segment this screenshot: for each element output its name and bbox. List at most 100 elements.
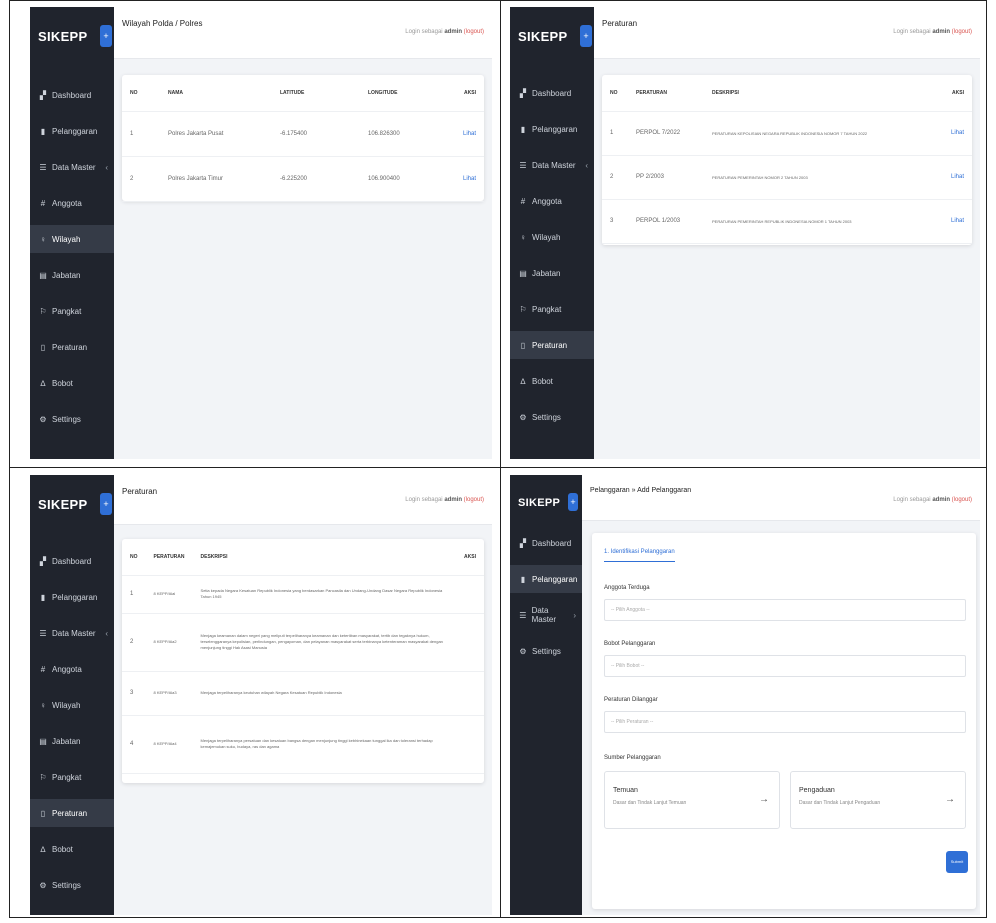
wilayah-table: NO NAMA LATITUDE LONGITUDE AKSI 1 Polres…	[122, 75, 484, 202]
sumber-label: Sumber Pelanggaran	[604, 755, 661, 761]
login-info: Login sebagai admin (logout)	[405, 497, 484, 503]
sidebar-item-bobot[interactable]: ∆ Bobot	[510, 367, 594, 395]
anggota-select[interactable]: -- Pilih Anggota --	[604, 599, 966, 621]
sidebar-item-anggota[interactable]: # Anggota	[30, 655, 114, 683]
arrow-right-icon: →	[759, 794, 769, 805]
sidebar-item-label: Jabatan	[52, 270, 81, 280]
temuan-option[interactable]: Temuan Dasar dan Tindak Lanjut Temuan →	[604, 771, 780, 829]
sidebar-item-pelanggaran[interactable]: ▮ Pelanggaran	[510, 115, 594, 143]
col-no: NO	[122, 539, 146, 576]
sidebar-item-settings[interactable]: ⚙ Settings	[30, 405, 114, 433]
sidebar-item-dashboard[interactable]: ▞ Dashboard	[510, 529, 582, 557]
logout-link[interactable]: (logout)	[464, 497, 484, 503]
lihat-link[interactable]: Lihat	[446, 156, 484, 202]
menu-toggle-button[interactable]: +	[100, 493, 112, 515]
grid-divider-vertical	[500, 1, 501, 917]
pangkat-icon: ⚐	[39, 306, 47, 316]
sidebar-item-wilayah[interactable]: ♀ Wilayah	[30, 225, 114, 253]
logout-link[interactable]: (logout)	[952, 29, 972, 35]
sidebar-item-data-master[interactable]: ☰ Data Master ‹	[510, 151, 594, 179]
pelanggaran-icon: ▮	[40, 126, 46, 136]
sidebar-item-anggota[interactable]: # Anggota	[30, 189, 114, 217]
page-title: Peraturan	[602, 19, 638, 28]
sidebar-item-jabatan[interactable]: ▤ Jabatan	[30, 261, 114, 289]
page-title: Wilayah Polda / Polres	[122, 19, 203, 28]
sidebar-item-label: Settings	[532, 646, 561, 656]
table-row: 1 8 KEPP/Alal Setia kepada Negara Kesatu…	[122, 575, 484, 614]
sidebar-item-label: Pangkat	[52, 772, 82, 782]
sidebar-item-dashboard[interactable]: ▞ Dashboard	[510, 79, 594, 107]
sidebar-item-wilayah[interactable]: ♀ Wilayah	[510, 223, 594, 251]
peraturan-detail-card: NO PERATURAN DESKRIPSI AKSI 1 8 KEPP/Ala…	[122, 539, 484, 783]
lihat-link[interactable]: Lihat	[938, 155, 972, 200]
pelanggaran-icon: ▮	[520, 574, 526, 584]
sidebar-item-label: Pelanggaran	[532, 574, 578, 584]
sidebar-item-settings[interactable]: ⚙ Settings	[510, 637, 582, 665]
tab-identifikasi-pelanggaran[interactable]: 1. Identifikasi Pelanggaran	[604, 549, 675, 562]
sidebar-item-label: Settings	[52, 880, 81, 890]
grid-divider-horizontal	[10, 467, 986, 468]
sidebar-item-data-master[interactable]: ☰ Data Master ‹	[30, 619, 114, 647]
sidebar-item-peraturan[interactable]: ▯ Peraturan	[30, 799, 114, 827]
col-peraturan: PERATURAN	[145, 539, 193, 576]
sidebar-item-pelanggaran[interactable]: ▮ Pelanggaran	[510, 565, 582, 593]
sidebar-item-peraturan[interactable]: ▯ Peraturan	[30, 333, 114, 361]
sidebar-item-label: Anggota	[532, 196, 562, 206]
peraturan-label: Peraturan Dilanggar	[604, 697, 658, 703]
sidebar-item-label: Peraturan	[52, 808, 88, 818]
pangkat-icon: ⚐	[39, 772, 47, 782]
logout-link[interactable]: (logout)	[464, 29, 484, 35]
sidebar-item-label: Peraturan	[52, 342, 88, 352]
sidebar-item-settings[interactable]: ⚙ Settings	[30, 871, 114, 899]
jabatan-icon: ▤	[519, 268, 527, 278]
sidebar-item-dashboard[interactable]: ▞ Dashboard	[30, 547, 114, 575]
sidebar-item-label: Wilayah	[52, 700, 81, 710]
chevron-icon: ‹	[105, 162, 108, 172]
table-row: 4 8 KEPP/Ala4 Menjaga terpeliharanya per…	[122, 715, 484, 774]
sidebar-item-jabatan[interactable]: ▤ Jabatan	[30, 727, 114, 755]
wilayah-screen: SIKEPP + ▞ Dashboard ▮ Pelanggaran ☰ Data Mas…	[30, 7, 492, 459]
sidebar-item-label: Dashboard	[52, 90, 92, 100]
bobot-icon: ∆	[40, 378, 46, 388]
sidebar-item-label: Pelanggaran	[52, 592, 98, 602]
sidebar-item-bobot[interactable]: ∆ Bobot	[30, 369, 114, 397]
sidebar-item-dashboard[interactable]: ▞ Dashboard	[30, 81, 114, 109]
jabatan-icon: ▤	[39, 270, 47, 280]
submit-button[interactable]: Submit	[946, 851, 968, 873]
sidebar-item-label: Bobot	[52, 844, 73, 854]
sidebar-item-wilayah[interactable]: ♀ Wilayah	[30, 691, 114, 719]
pengaduan-option[interactable]: Pengaduan Dasar dan Tindak Lanjut Pengad…	[790, 771, 966, 829]
sidebar-item-data-master[interactable]: ☰ Data Master ‹	[30, 153, 114, 181]
sidebar-item-label: Jabatan	[52, 736, 81, 746]
logout-link[interactable]: (logout)	[952, 497, 972, 503]
sidebar-item-pelanggaran[interactable]: ▮ Pelanggaran	[30, 117, 114, 145]
topbar: Wilayah Polda / Polres Login sebagai adm…	[114, 7, 492, 59]
sidebar-nav: ▞ Dashboard ▮ Pelanggaran ☰ Data Master ‹ # Angg…	[30, 547, 114, 907]
peraturan-select[interactable]: -- Pilih Peraturan --	[604, 711, 966, 733]
dashboard-icon: ▞	[519, 88, 527, 98]
table-row: 3 8 KEPP/Ala3 Menjaga terpeliharanya keu…	[122, 671, 484, 716]
lihat-link[interactable]: Lihat	[938, 111, 972, 156]
sidebar-nav: ▞ Dashboard ▮ Pelanggaran ☰ Data Master ‹ # Angg…	[30, 81, 114, 441]
sidebar-item-jabatan[interactable]: ▤ Jabatan	[510, 259, 594, 287]
menu-toggle-button[interactable]: +	[568, 493, 578, 511]
sidebar-item-pangkat[interactable]: ⚐ Pangkat	[30, 297, 114, 325]
sidebar-item-data-master[interactable]: ☰ Data Master ›	[510, 601, 582, 629]
sidebar-item-settings[interactable]: ⚙ Settings	[510, 403, 594, 431]
wilayah-table-card: NO NAMA LATITUDE LONGITUDE AKSI 1 Polres…	[122, 75, 484, 202]
sidebar-item-label: Wilayah	[532, 232, 561, 242]
sidebar-item-bobot[interactable]: ∆ Bobot	[30, 835, 114, 863]
sidebar-item-pangkat[interactable]: ⚐ Pangkat	[510, 295, 594, 323]
page-title: Pelanggaran » Add Pelanggaran	[590, 487, 692, 494]
lihat-link[interactable]: Lihat	[446, 111, 484, 157]
sidebar-nav: ▞ Dashboard ▮ Pelanggaran ☰ Data Master ‹ # Angg…	[510, 79, 594, 439]
sidebar-item-pangkat[interactable]: ⚐ Pangkat	[30, 763, 114, 791]
sidebar-item-anggota[interactable]: # Anggota	[510, 187, 594, 215]
pelanggaran-icon: ▮	[520, 124, 526, 134]
menu-toggle-button[interactable]: +	[100, 25, 112, 47]
menu-toggle-button[interactable]: +	[580, 25, 592, 47]
sidebar-item-pelanggaran[interactable]: ▮ Pelanggaran	[30, 583, 114, 611]
bobot-select[interactable]: -- Pilih Bobot --	[604, 655, 966, 677]
lihat-link[interactable]: Lihat	[938, 199, 972, 244]
sidebar-item-peraturan[interactable]: ▯ Peraturan	[510, 331, 594, 359]
